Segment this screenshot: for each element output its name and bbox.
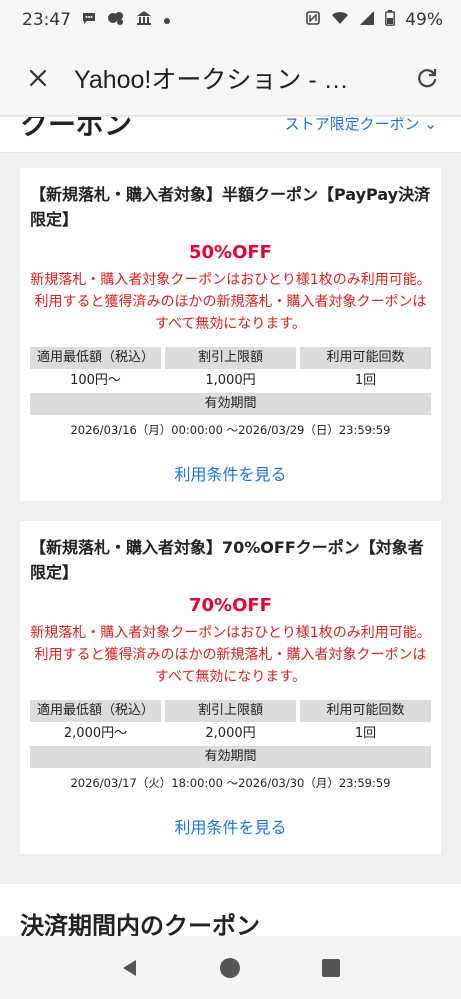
close-button[interactable]	[24, 64, 52, 92]
store-coupon-link-label: ストア限定クーポン	[284, 117, 420, 133]
coupon-card: 【新規落札・購入者対象】70%OFFクーポン【対象者限定】 70%OFF 新規落…	[20, 521, 441, 854]
coupon-notice: 新規落札・購入者対象クーポンはおひとり様1枚のみ利用可能。利用すると獲得済みのほ…	[30, 272, 431, 332]
dot-icon	[163, 11, 171, 29]
battery-icon	[385, 10, 396, 30]
status-left: 23:47	[22, 10, 171, 30]
coupon-title: 【新規落札・購入者対象】70%OFFクーポン【対象者限定】	[30, 538, 424, 582]
usage-count-value: 1回	[354, 373, 377, 388]
status-time: 23:47	[22, 10, 71, 30]
validity-period-header: 有効期間	[30, 393, 431, 415]
min-amount-header: 適用最低額（税込）	[30, 700, 161, 722]
coupon-terms-table: 適用最低額（税込） 割引上限額 利用可能回数 100円〜 1,000円 1回	[30, 347, 431, 393]
app-notification-icon	[107, 10, 125, 30]
close-icon	[29, 69, 47, 86]
validity-period-value: 2026/03/17（火）18:00:00 〜2026/03/30（月）23:5…	[70, 776, 391, 790]
discount-cap-header: 割引上限額	[165, 700, 296, 722]
usage-count-header: 利用可能回数	[300, 347, 431, 369]
reload-button[interactable]	[411, 62, 443, 94]
section-title: 決済期間内のクーポン	[20, 912, 260, 936]
recents-button[interactable]	[311, 948, 351, 988]
coupon-notice: 新規落札・購入者対象クーポンはおひとり様1枚のみ利用可能。利用すると獲得済みのほ…	[30, 625, 431, 685]
coupon-discount: 50%OFF	[189, 242, 272, 263]
payment-period-section-header: 決済期間内のクーポン	[0, 884, 461, 936]
back-button[interactable]	[110, 948, 150, 988]
status-right: 49%	[305, 10, 443, 30]
min-amount-value: 2,000円〜	[63, 726, 128, 741]
coupon-card: 【新規落札・購入者対象】半額クーポン【PayPay決済限定】 50%OFF 新規…	[20, 168, 441, 501]
page-title: Yahoo!オークション - …	[74, 65, 349, 94]
coupon-section-header: クーポン ストア限定クーポン ⌄	[0, 117, 461, 153]
system-nav-bar	[0, 936, 461, 999]
store-coupon-link[interactable]: ストア限定クーポン ⌄	[285, 117, 437, 134]
discount-cap-value: 2,000円	[205, 726, 256, 741]
home-button[interactable]	[210, 948, 250, 988]
discount-cap-value: 1,000円	[205, 373, 256, 388]
app-header: Yahoo!オークション - …	[0, 40, 461, 116]
min-amount-value: 100円〜	[70, 373, 121, 388]
reload-icon	[418, 68, 437, 87]
validity-period-value: 2026/03/16（月）00:00:00 〜2026/03/29（日）23:5…	[70, 423, 391, 437]
view-conditions-link[interactable]: 利用条件を見る	[30, 814, 431, 838]
coupon-discount: 70%OFF	[189, 595, 272, 616]
home-circle-icon	[220, 957, 241, 978]
usage-count-header: 利用可能回数	[300, 700, 431, 722]
wifi-icon	[331, 10, 349, 30]
temple-icon	[135, 10, 153, 30]
page-content[interactable]: クーポン ストア限定クーポン ⌄ 【新規落札・購入者対象】半額クーポン【PayP…	[0, 117, 461, 936]
discount-cap-header: 割引上限額	[165, 347, 296, 369]
section-title: クーポン	[20, 117, 133, 141]
chat-bubble-icon	[81, 10, 97, 30]
signal-icon	[359, 10, 375, 30]
validity-period-header: 有効期間	[30, 746, 431, 768]
coupon-title: 【新規落札・購入者対象】半額クーポン【PayPay決済限定】	[30, 185, 431, 229]
status-bar: 23:47 49%	[0, 0, 461, 40]
back-triangle-icon	[123, 959, 137, 976]
usage-count-value: 1回	[354, 726, 377, 741]
recents-square-icon	[321, 958, 340, 977]
min-amount-header: 適用最低額（税込）	[30, 347, 161, 369]
battery-percent: 49%	[405, 10, 443, 30]
nfc-icon	[305, 10, 321, 30]
coupon-terms-table: 適用最低額（税込） 割引上限額 利用可能回数 2,000円〜 2,000円 1回	[30, 700, 431, 746]
view-conditions-link[interactable]: 利用条件を見る	[30, 461, 431, 485]
chevron-down-icon: ⌄	[424, 117, 437, 133]
